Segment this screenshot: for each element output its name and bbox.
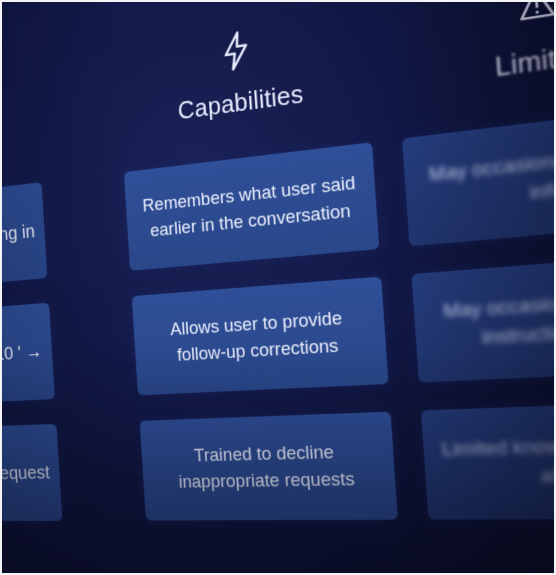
warning-triangle-icon [517,0,556,28]
column-capabilities: Capabilities Remembers what user said ea… [116,11,401,562]
limitation-card: Limited knowledge o events after 2 [420,399,556,520]
example-card-text: uting in [0,220,36,247]
column-title: Capabilities [176,78,305,126]
capability-text: Allows user to provide follow-up correct… [169,307,343,366]
capability-text: Trained to decline inappropriate request… [178,441,356,493]
example-card[interactable]: ' request [0,423,63,522]
column-limitations: Limitati May occasionally incorrect info… [393,0,556,565]
capability-card: Allows user to provide follow-up correct… [131,276,389,396]
column-header: Limitati [393,0,556,118]
column-header: Capabilities [116,11,370,154]
limitation-card: May occasionally incorrect infor [402,102,556,247]
limitation-text: Limited knowledge o events after 2 [441,432,556,488]
info-columns-panel: uting in for a 10 ' → ' request Capabili… [0,0,556,575]
example-card[interactable]: uting in [0,182,48,294]
column-title: Limitati [493,37,556,83]
example-card-text: ' request [0,461,51,484]
example-card-text: for a 10 ' → [0,340,43,367]
column-left: uting in for a 10 ' → ' request [0,64,65,559]
example-card[interactable]: for a 10 ' → [0,302,55,408]
lightning-bolt-icon [219,29,253,73]
limitation-text: May occasionally incorrect infor [428,137,556,205]
capability-card: Trained to decline inappropriate request… [139,411,398,521]
capability-text: Remembers what user said earlier in the … [142,172,357,241]
limitation-card: May occasionally harmful instructio cont… [411,250,556,383]
screen-photo: uting in for a 10 ' → ' request Capabili… [0,0,556,575]
limitation-text: May occasionally harmful instructio cont… [442,284,556,349]
capability-card: Remembers what user said earlier in the … [123,142,380,271]
